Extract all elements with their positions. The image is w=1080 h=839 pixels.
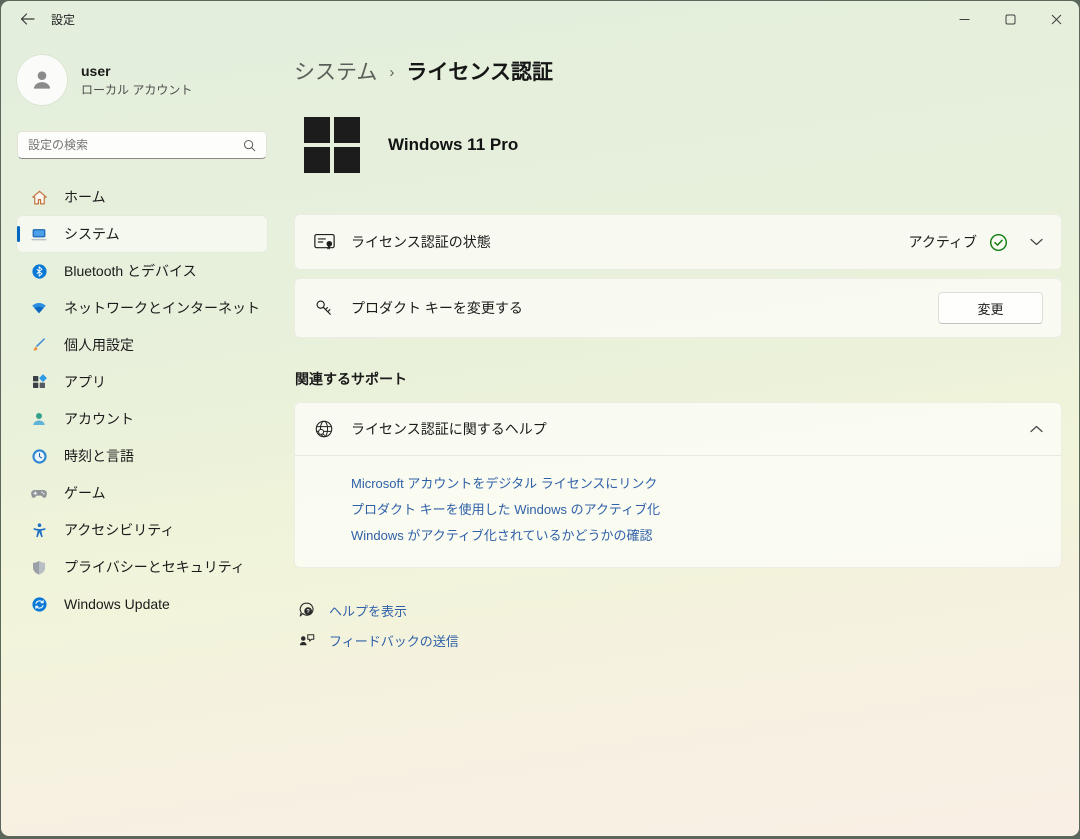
breadcrumb-parent[interactable]: システム bbox=[294, 56, 377, 86]
accessibility-icon bbox=[30, 521, 48, 539]
feedback-icon bbox=[297, 631, 317, 649]
personalization-icon bbox=[30, 336, 48, 354]
accounts-icon bbox=[30, 410, 48, 428]
change-product-key-button[interactable]: 変更 bbox=[938, 292, 1043, 324]
system-icon bbox=[30, 225, 48, 243]
network-icon bbox=[30, 299, 48, 317]
user-name: user bbox=[81, 62, 111, 79]
key-icon bbox=[313, 298, 335, 318]
gaming-icon bbox=[30, 484, 48, 502]
privacy-icon bbox=[30, 558, 48, 576]
sidebar-item-privacy-security[interactable]: プライバシーとセキュリティ bbox=[17, 549, 267, 585]
activation-status-value: アクティブ bbox=[908, 234, 977, 250]
minimize-icon bbox=[959, 18, 969, 20]
apps-icon bbox=[30, 373, 48, 391]
breadcrumb-separator-icon: › bbox=[389, 63, 395, 81]
account-type: ローカル アカウント bbox=[81, 82, 193, 97]
help-link-check-activation[interactable]: Windows がアクティブ化されているかどうかの確認 bbox=[351, 523, 1043, 549]
back-button[interactable] bbox=[7, 1, 47, 37]
windows-logo-icon bbox=[304, 117, 360, 173]
get-help-row[interactable]: ? ヘルプを表示 bbox=[297, 595, 1062, 625]
status-active-check-icon bbox=[989, 233, 1008, 252]
sidebar-item-accounts[interactable]: アカウント bbox=[17, 401, 267, 437]
bluetooth-icon bbox=[30, 262, 48, 280]
window-title: 設定 bbox=[51, 12, 76, 27]
search-icon bbox=[243, 139, 256, 151]
related-support-heading: 関連するサポート bbox=[295, 371, 407, 387]
sidebar-item-apps[interactable]: アプリ bbox=[17, 364, 267, 400]
title-bar: 設定 bbox=[1, 1, 1079, 37]
feedback-row[interactable]: フィードバックの送信 bbox=[297, 625, 1062, 655]
help-link-link-digital-license[interactable]: Microsoft アカウントをデジタル ライセンスにリンク bbox=[351, 471, 1043, 497]
maximize-button[interactable] bbox=[987, 2, 1033, 36]
footer-links: ? ヘルプを表示 フィードバックの送信 bbox=[297, 595, 1062, 655]
globe-search-icon bbox=[313, 419, 335, 439]
sidebar-item-time-language[interactable]: 時刻と言語 bbox=[17, 438, 267, 474]
back-arrow-icon bbox=[20, 13, 35, 25]
main-content: システム › ライセンス認証 Windows 11 Pro ライセンス認証の状態… bbox=[281, 37, 1079, 836]
get-help-link[interactable]: ヘルプを表示 bbox=[329, 601, 407, 620]
help-link-activate-with-product-key[interactable]: プロダクト キーを使用した Windows のアクティブ化 bbox=[351, 497, 1043, 523]
minimize-button[interactable] bbox=[941, 2, 987, 36]
sidebar-item-home[interactable]: ホーム bbox=[17, 179, 267, 215]
edition-header: Windows 11 Pro bbox=[304, 117, 1062, 173]
chevron-up-icon[interactable] bbox=[1030, 425, 1043, 433]
sidebar-item-network-internet[interactable]: ネットワークとインターネット bbox=[17, 290, 267, 326]
edition-name: Windows 11 Pro bbox=[388, 135, 519, 154]
sidebar-item-bluetooth-devices[interactable]: Bluetooth とデバイス bbox=[17, 253, 267, 289]
settings-search[interactable] bbox=[17, 131, 267, 159]
sidebar-item-windows-update[interactable]: Windows Update bbox=[17, 586, 267, 622]
activation-help-title: ライセンス認証に関するヘルプ bbox=[351, 421, 547, 437]
maximize-icon bbox=[1005, 14, 1015, 24]
user-account-row[interactable]: user ローカル アカウント bbox=[17, 55, 267, 105]
sidebar-item-personalization[interactable]: 個人用設定 bbox=[17, 327, 267, 363]
activation-status-card[interactable]: ライセンス認証の状態 アクティブ bbox=[294, 214, 1062, 270]
product-key-card: プロダクト キーを変更する 変更 bbox=[294, 278, 1062, 338]
sidebar-item-accessibility[interactable]: アクセシビリティ bbox=[17, 512, 267, 548]
license-certificate-icon bbox=[313, 233, 335, 251]
home-icon bbox=[30, 188, 48, 206]
chevron-down-icon[interactable] bbox=[1030, 238, 1043, 246]
sidebar-nav: ホーム システム Bluetooth とデバイス ネットワークとインターネット … bbox=[17, 179, 267, 622]
search-input[interactable] bbox=[28, 138, 243, 152]
get-help-icon: ? bbox=[297, 601, 317, 619]
activation-help-links: Microsoft アカウントをデジタル ライセンスにリンク プロダクト キーを… bbox=[295, 456, 1061, 567]
activation-help-card: ライセンス認証に関するヘルプ Microsoft アカウントをデジタル ライセン… bbox=[294, 402, 1062, 568]
close-icon bbox=[1051, 14, 1061, 24]
product-key-label: プロダクト キーを変更する bbox=[351, 300, 523, 316]
person-icon bbox=[33, 71, 51, 89]
sidebar-item-system[interactable]: システム bbox=[17, 216, 267, 252]
windows-update-icon bbox=[30, 595, 48, 613]
send-feedback-link[interactable]: フィードバックの送信 bbox=[329, 631, 459, 650]
sidebar: user ローカル アカウント ホーム bbox=[1, 37, 281, 836]
page-title: ライセンス認証 bbox=[406, 61, 553, 84]
avatar bbox=[17, 55, 67, 105]
time-language-icon bbox=[30, 447, 48, 465]
svg-text:?: ? bbox=[306, 609, 310, 615]
close-button[interactable] bbox=[1033, 2, 1079, 36]
sidebar-item-gaming[interactable]: ゲーム bbox=[17, 475, 267, 511]
breadcrumb: システム › ライセンス認証 bbox=[294, 56, 1062, 86]
activation-status-label: ライセンス認証の状態 bbox=[351, 234, 491, 250]
settings-window: 設定 user ローカル アカウント 設定の検索 ホーム システム Blueto… bbox=[1, 1, 1079, 836]
activation-help-header[interactable]: ライセンス認証に関するヘルプ bbox=[295, 403, 1061, 456]
